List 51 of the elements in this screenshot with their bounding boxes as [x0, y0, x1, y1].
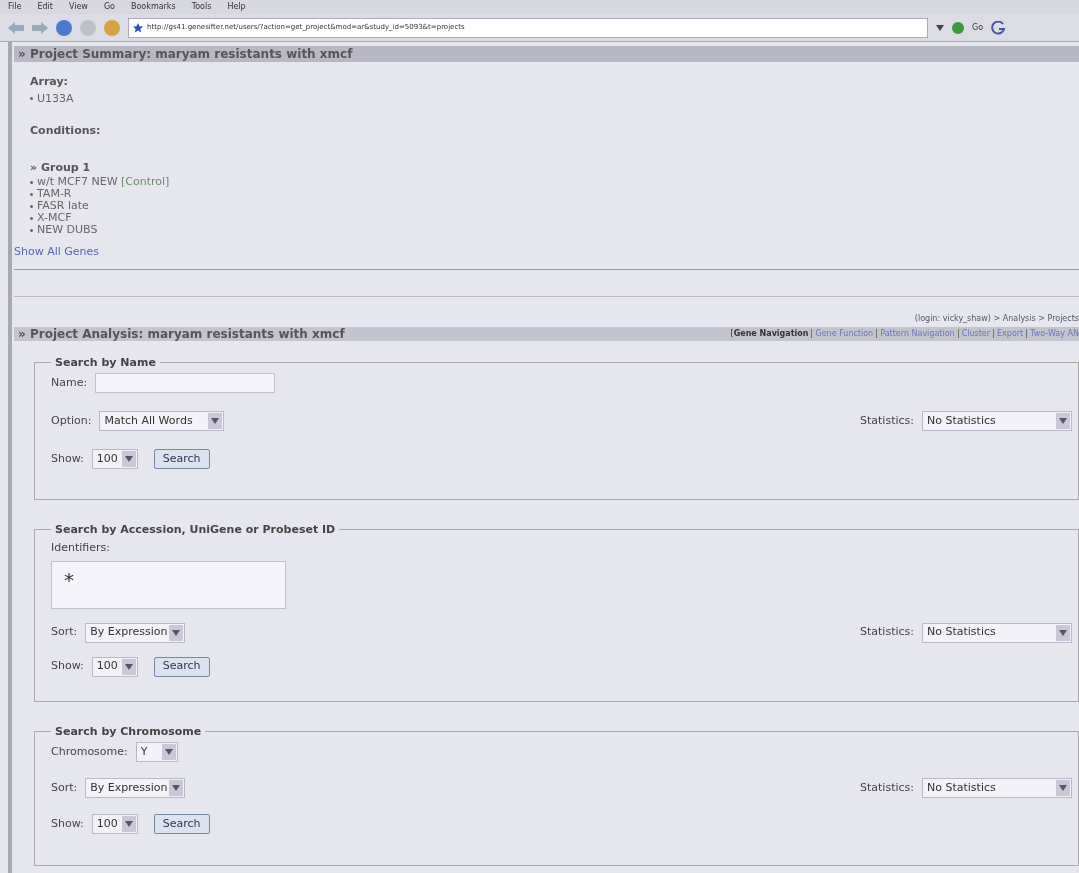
- field-label: Show:: [51, 450, 84, 467]
- dropdown[interactable]: No Statistics: [922, 778, 1072, 798]
- panel-title: Search by Accession, UniGene or Probeset ID: [54, 521, 337, 538]
- menu-item[interactable]: Bookmarks: [130, 1, 176, 13]
- dropdown[interactable]: 100: [91, 656, 138, 677]
- condition-item: FASR late: [37, 200, 89, 212]
- field-label: Chromosome:: [51, 743, 128, 760]
- panel-title: Search by Name: [54, 354, 157, 371]
- field-label: Show:: [51, 658, 84, 675]
- dropdown[interactable]: 100: [91, 814, 138, 834]
- condition-item: NEW DUBS: [37, 224, 98, 236]
- conditions-label: Conditions:: [30, 123, 102, 139]
- menu-item[interactable]: File: [8, 1, 22, 13]
- identifiers-field[interactable]: *: [51, 560, 286, 609]
- dropdown[interactable]: 100: [91, 449, 138, 469]
- condition-item: TAM-R: [37, 188, 72, 200]
- go-label[interactable]: Go: [972, 21, 984, 34]
- array-label: Array:: [30, 74, 70, 90]
- dropdown[interactable]: No Statistics: [922, 411, 1072, 431]
- dropdown[interactable]: By Expression: [85, 778, 186, 798]
- breadcrumb: (login: vicky_shaw) > Analysis > Projects: [914, 312, 1079, 325]
- dropdown[interactable]: Match All Words: [99, 411, 225, 431]
- field-label: Statistics:: [860, 412, 914, 429]
- search-button[interactable]: Search: [153, 449, 210, 469]
- menu-item[interactable]: Edit: [37, 1, 53, 13]
- menu-item[interactable]: Go: [103, 1, 115, 13]
- condition-item: w/t MCF7 NEW [Control]: [37, 176, 170, 188]
- panel-title: Search by Chromosome: [54, 723, 203, 740]
- condition-item: X-MCF: [37, 212, 72, 224]
- section-header: » Project Summary: maryam resistants with xmcf: [14, 46, 1079, 62]
- field-label: Show:: [51, 815, 84, 832]
- menu-item[interactable]: Help: [227, 1, 246, 13]
- field-label: Name:: [51, 374, 88, 391]
- field-label: Identifiers:: [51, 540, 111, 556]
- section-header: » Project Analysis: maryam resistants with xmcf: [17, 325, 346, 343]
- dropdown[interactable]: No Statistics: [922, 622, 1072, 643]
- show-all-genes-link[interactable]: Show All Genes: [14, 244, 100, 261]
- dropdown[interactable]: Y: [135, 742, 178, 762]
- field-label: Statistics:: [860, 624, 914, 641]
- field-label: Option:: [51, 412, 92, 429]
- field-label: Sort:: [51, 779, 78, 796]
- dropdown[interactable]: By Expression: [85, 622, 186, 643]
- bracket: [: [730, 327, 734, 340]
- array-item: U133A: [37, 90, 74, 107]
- menu-item[interactable]: View: [68, 1, 88, 13]
- menu-item[interactable]: Tools: [191, 1, 212, 13]
- search-button[interactable]: Search: [153, 656, 210, 677]
- field-label: Statistics:: [860, 779, 914, 796]
- field-label: Sort:: [51, 624, 78, 641]
- search-button[interactable]: Search: [153, 814, 210, 834]
- group-label: » Group 1: [30, 159, 92, 176]
